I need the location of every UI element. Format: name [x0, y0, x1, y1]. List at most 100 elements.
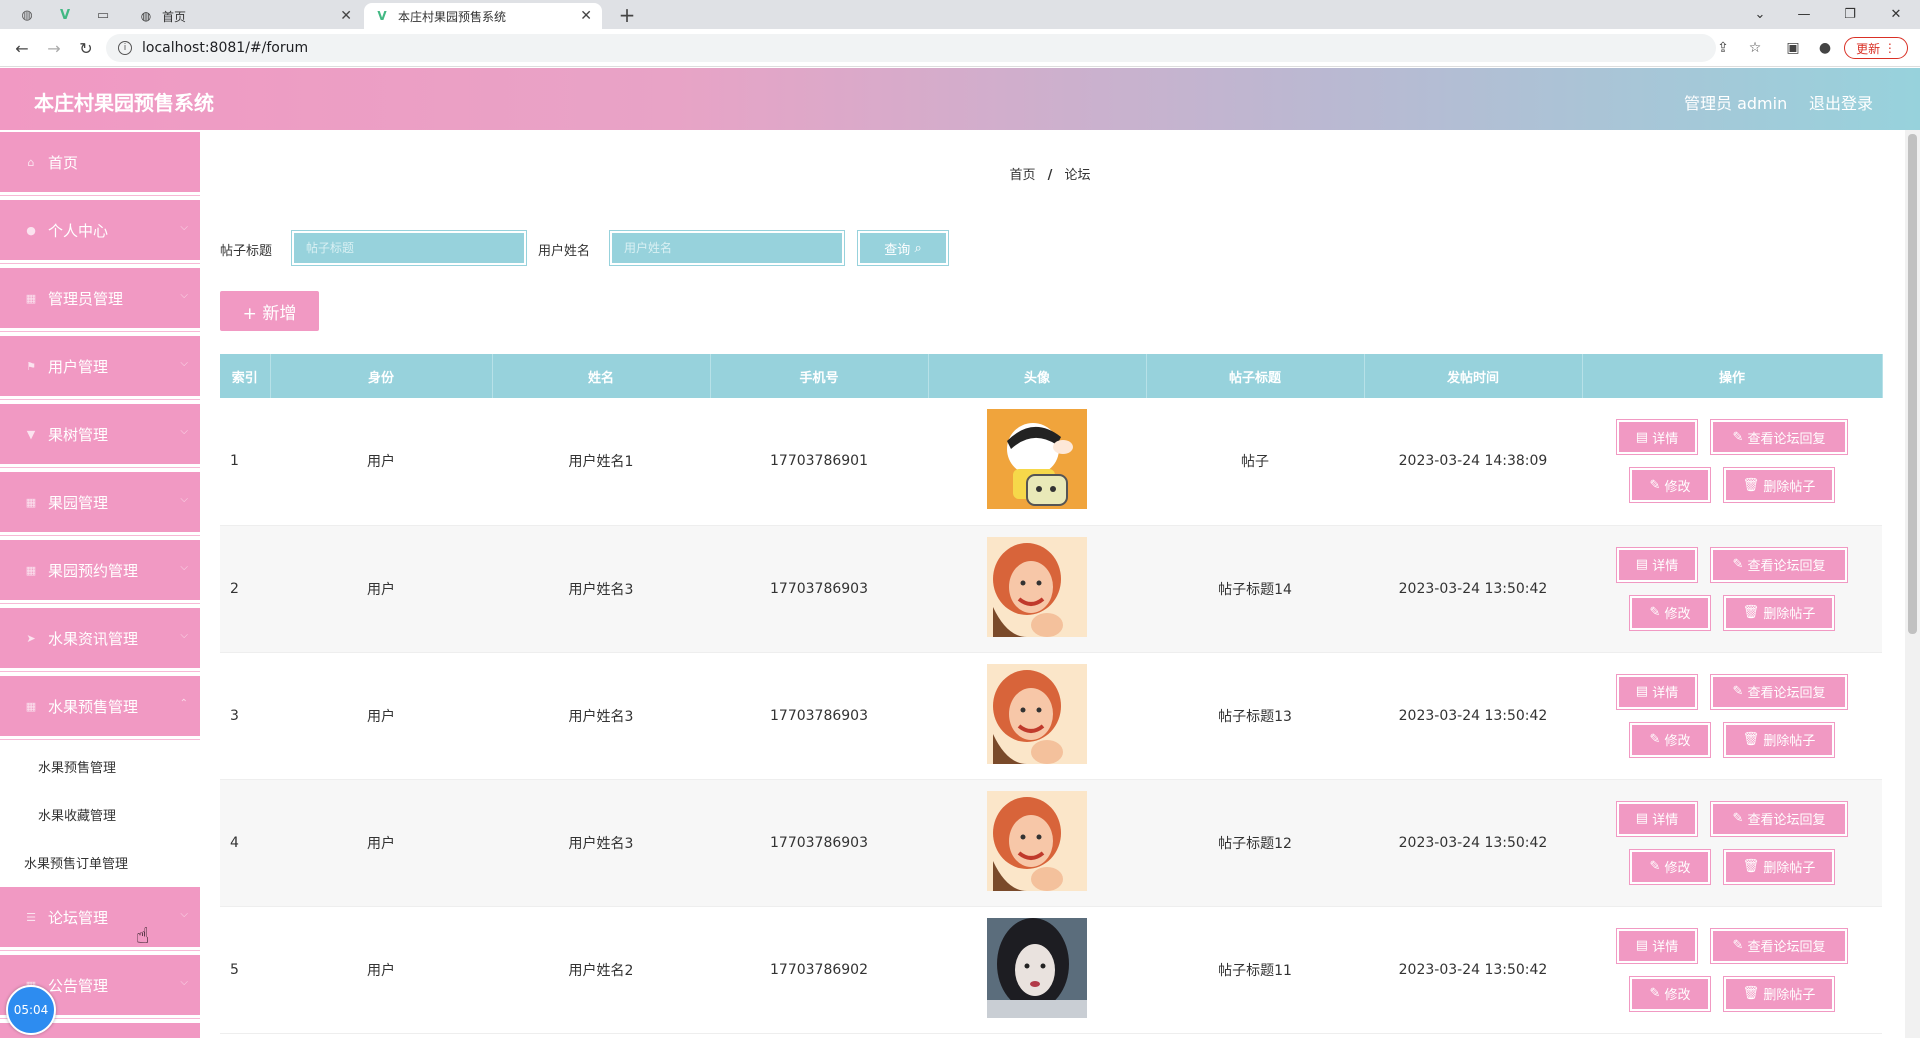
cell-role: 用户 — [270, 906, 492, 1034]
chevron-down-icon: ⌵ — [180, 290, 188, 301]
column-header: 索引 — [220, 354, 271, 398]
tab-title: 首页 — [162, 9, 187, 24]
delete-post-button[interactable]: 🗑 删除帖子 — [1724, 849, 1834, 884]
delete-post-button[interactable]: 🗑 删除帖子 — [1724, 595, 1834, 630]
sidebar-item-user-management[interactable]: ⚑ 用户管理 ⌵ — [0, 336, 200, 396]
pencil-icon: ✎ — [1732, 938, 1744, 953]
sidebar-item-admin-management[interactable]: ▦ 管理员管理 ⌵ — [0, 268, 200, 328]
sidebar-item-fruit-tree-management[interactable]: ▼ 果树管理 ⌵ — [0, 404, 200, 464]
timer-badge[interactable]: 05:04 — [6, 985, 56, 1035]
bookmark-star-icon[interactable]: ☆ — [1744, 37, 1766, 59]
edit-button[interactable]: ✎ 修改 — [1630, 976, 1710, 1011]
page-scrollbar-thumb[interactable] — [1908, 134, 1917, 634]
site-info-icon[interactable]: i — [118, 41, 132, 55]
cell-phone: 17703786901 — [710, 398, 928, 526]
breadcrumb-home[interactable]: 首页 — [1009, 168, 1035, 183]
search-name-field[interactable] — [610, 231, 844, 265]
sidebar-item-label: 果园管理 — [48, 493, 109, 512]
delete-post-button[interactable]: 🗑 删除帖子 — [1724, 722, 1834, 757]
pencil-icon: ✎ — [1732, 429, 1744, 445]
cell-time: 2023-03-24 13:50:42 — [1364, 906, 1582, 1034]
search-icon: ⌕ — [914, 240, 922, 256]
window-close-button[interactable]: ✕ — [1876, 2, 1916, 26]
chevron-down-icon: ⌵ — [180, 630, 188, 641]
share-icon[interactable]: ⇪ — [1712, 37, 1734, 59]
column-header: 发帖时间 — [1364, 354, 1583, 398]
edit-button[interactable]: ✎ 修改 — [1630, 468, 1710, 503]
chevron-down-icon: ⌵ — [180, 494, 188, 505]
logout-link[interactable]: 退出登录 — [1809, 90, 1873, 114]
browser-update-button[interactable]: 更新 ⋮ — [1844, 37, 1908, 59]
pinned-tab-blank-icon[interactable]: ▭ — [88, 4, 118, 26]
side-panel-icon[interactable]: ▣ — [1782, 37, 1804, 59]
delete-label: 删除帖子 — [1763, 607, 1816, 622]
sidebar-item-home[interactable]: ⌂ 首页 — [0, 132, 200, 192]
forward-button[interactable]: → — [42, 37, 66, 59]
detail-button[interactable]: ▤ 详情 — [1617, 547, 1697, 582]
sidebar-item-label: 果园预约管理 — [48, 561, 139, 580]
view-replies-button[interactable]: ✎ 查看论坛回复 — [1711, 928, 1847, 963]
minimize-button[interactable]: — — [1784, 2, 1824, 26]
cell-index: 4 — [220, 779, 270, 907]
sidebar-item-label: 水果预售管理 — [48, 697, 139, 716]
sidebar-item-personal-center[interactable]: ● 个人中心 ⌵ — [0, 200, 200, 260]
update-label: 更新 — [1856, 41, 1881, 56]
reload-button[interactable]: ↻ — [74, 37, 98, 59]
submenu-presale-orders[interactable]: 水果预售订单管理 — [24, 853, 128, 872]
sidebar-item-forum-management[interactable]: ☰ 论坛管理 ⌵ — [0, 887, 200, 947]
view-replies-button[interactable]: ✎ 查看论坛回复 — [1711, 801, 1847, 836]
detail-button[interactable]: ▤ 详情 — [1617, 928, 1697, 963]
back-button[interactable]: ← — [10, 37, 34, 59]
detail-button[interactable]: ▤ 详情 — [1617, 801, 1697, 836]
browser-tab-app[interactable]: V 本庄村果园预售系统 ✕ — [364, 3, 602, 29]
cell-name: 用户姓名3 — [492, 779, 710, 907]
pencil-icon: ✎ — [1649, 605, 1661, 620]
sidebar: ⌂ 首页 ● 个人中心 ⌵ ▦ 管理员管理 ⌵ ⚑ 用户管理 ⌵ ▼ 果树管理 … — [0, 130, 200, 1038]
cell-time: 2023-03-24 13:50:42 — [1364, 779, 1582, 907]
detail-button[interactable]: ▤ 详情 — [1617, 674, 1697, 709]
sidebar-item-fruit-news[interactable]: ➤ 水果资讯管理 ⌵ — [0, 608, 200, 668]
search-name-input[interactable] — [622, 240, 822, 256]
submenu-fruit-favorites[interactable]: 水果收藏管理 — [38, 805, 116, 824]
view-replies-button[interactable]: ✎ 查看论坛回复 — [1711, 547, 1847, 582]
edit-button[interactable]: ✎ 修改 — [1630, 849, 1710, 884]
cell-time: 2023-03-24 13:50:42 — [1364, 652, 1582, 780]
detail-label: 详情 — [1652, 559, 1679, 574]
sidebar-item-orchard-management[interactable]: ▦ 果园管理 ⌵ — [0, 472, 200, 532]
cell-title: 帖子标题14 — [1146, 525, 1364, 653]
restore-button[interactable]: ❐ — [1830, 2, 1870, 26]
sidebar-item-label: 个人中心 — [48, 221, 109, 240]
view-replies-label: 查看论坛回复 — [1747, 940, 1826, 955]
user-icon: ● — [26, 223, 36, 237]
edit-label: 修改 — [1664, 988, 1691, 1003]
cell-phone: 17703786903 — [710, 525, 928, 653]
pinned-tab-globe-icon[interactable]: ◍ — [12, 4, 42, 26]
grid-icon: ▦ — [25, 699, 37, 713]
edit-button[interactable]: ✎ 修改 — [1630, 722, 1710, 757]
view-replies-button[interactable]: ✎ 查看论坛回复 — [1711, 674, 1847, 709]
profile-icon[interactable]: ● — [1814, 37, 1836, 59]
close-tab-icon[interactable]: ✕ — [580, 8, 592, 24]
add-button[interactable]: + 新增 — [220, 291, 319, 331]
detail-button[interactable]: ▤ 详情 — [1617, 420, 1697, 455]
sidebar-item-fruit-presale[interactable]: ▦ 水果预售管理 ⌃ — [0, 676, 200, 736]
submenu-fruit-presale[interactable]: 水果预售管理 — [38, 757, 116, 776]
url-text: localhost:8081/#/forum — [142, 40, 309, 56]
trash-icon: 🗑 — [1742, 986, 1760, 1001]
search-title-input[interactable] — [304, 240, 504, 256]
omnibox[interactable]: i localhost:8081/#/forum — [106, 34, 1716, 62]
tab-search-chevron-icon[interactable]: ⌄ — [1740, 2, 1780, 26]
browser-tab-home[interactable]: ◍ 首页 ✕ — [128, 3, 362, 29]
sidebar-item-orchard-booking[interactable]: ▦ 果园预约管理 ⌵ — [0, 540, 200, 600]
new-tab-button[interactable]: + — [614, 3, 640, 27]
delete-post-button[interactable]: 🗑 删除帖子 — [1724, 976, 1834, 1011]
delete-post-button[interactable]: 🗑 删除帖子 — [1724, 468, 1834, 503]
view-replies-button[interactable]: ✎ 查看论坛回复 — [1711, 420, 1847, 455]
close-tab-icon[interactable]: ✕ — [340, 8, 352, 24]
edit-button[interactable]: ✎ 修改 — [1630, 595, 1710, 630]
send-icon: ➤ — [26, 631, 36, 645]
query-button[interactable]: 查询 ⌕ — [858, 231, 948, 265]
pinned-tab-vue-icon[interactable]: V — [50, 4, 80, 26]
detail-label: 详情 — [1652, 813, 1679, 828]
search-title-field[interactable] — [292, 231, 526, 265]
